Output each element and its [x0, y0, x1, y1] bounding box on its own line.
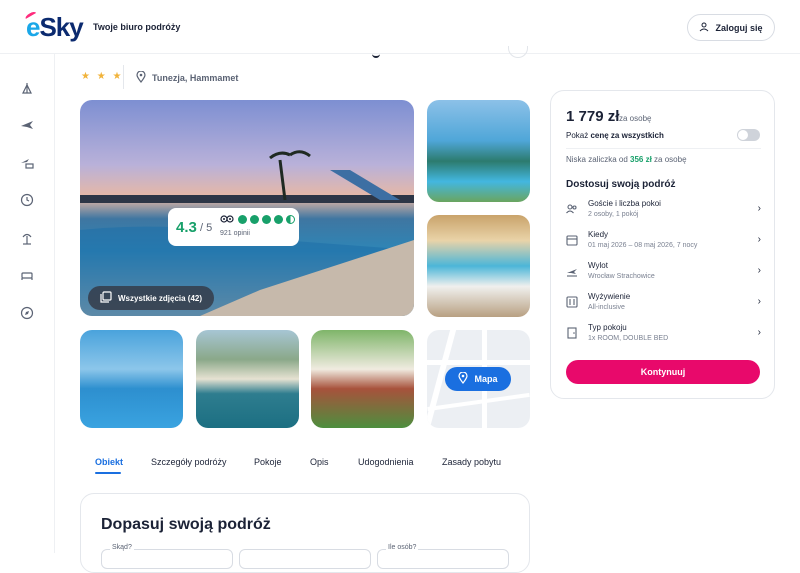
price-card: 1 779 zł za osobę Pokaż cenę za wszystki… [550, 90, 775, 399]
location-label: Tunezja, Hammamet [152, 73, 239, 83]
chevron-right-icon: › [757, 234, 761, 245]
location-pin-icon [136, 70, 146, 85]
option-value: Wrocław Strachowice [588, 273, 655, 280]
customize-trip-section: Dopasuj swoją podróż Skąd? Ile osób? [80, 493, 530, 573]
option-title: Wylot [588, 261, 608, 270]
customize-title: Dopasuj swoją podróż [101, 516, 271, 533]
option-guests-rooms[interactable]: Goście i liczba pokoi 2 osoby, 1 pokój › [566, 199, 761, 225]
continue-button[interactable]: Kontynuuj [566, 360, 760, 384]
photo-thumbnail[interactable] [311, 330, 414, 428]
tripadvisor-icon [220, 215, 234, 225]
rating-max: / 5 [200, 222, 213, 234]
price-per-person: za osobę [619, 114, 652, 123]
tab-opis[interactable]: Opis [310, 457, 329, 467]
guests-field-label: Ile osób? [386, 544, 419, 551]
section-tabs: Obiekt Szczegóły podróży Pokoje Opis Udo… [80, 448, 530, 476]
user-icon [699, 22, 709, 34]
chevron-right-icon: › [757, 296, 761, 307]
login-label: Zaloguj się [715, 22, 763, 33]
gallery-icon [100, 291, 112, 305]
from-field[interactable]: Skąd? [101, 544, 233, 569]
departure-icon [566, 265, 578, 277]
hotel-stars: ★ ★ ★ [81, 71, 124, 82]
show-total-price-label: Pokaż cenę za wszystkich [566, 131, 664, 140]
map-pin-icon [458, 371, 469, 386]
option-departure[interactable]: Wylot Wrocław Strachowice › [566, 261, 761, 287]
tab-udogodnienia[interactable]: Udogodnienia [358, 457, 414, 467]
guests-field[interactable]: Ile osób? [377, 544, 509, 569]
option-value: 1x ROOM, DOUBLE BED [588, 335, 669, 342]
photo-thumbnail[interactable] [427, 215, 530, 317]
review-count[interactable]: 921 opinii [220, 230, 250, 237]
rating-card: 4.3 / 5 921 opinii [168, 208, 299, 246]
photo-thumbnail[interactable] [196, 330, 299, 428]
sidebar [0, 54, 55, 553]
login-button[interactable]: Zaloguj się [687, 14, 775, 41]
tab-zasady-pobytu[interactable]: Zasady pobytu [442, 457, 501, 467]
price: 1 779 zł [566, 108, 620, 125]
rating-dot-half [286, 215, 295, 224]
customize-heading: Dostosuj swoją podróż [566, 179, 676, 190]
rating-dot [262, 215, 271, 224]
favorite-button[interactable] [508, 46, 528, 58]
option-room-type[interactable]: Typ pokoju 1x ROOM, DOUBLE BED › [566, 323, 761, 349]
all-photos-label: Wszystkie zdjęcia (42) [118, 293, 203, 303]
tripadvisor-rating-dots [238, 215, 295, 224]
chevron-right-icon: › [757, 265, 761, 276]
option-value: 01 maj 2026 – 08 maj 2026, 7 nocy [588, 242, 698, 249]
active-tab-indicator [95, 472, 121, 474]
hotel-location[interactable]: Tunezja, Hammamet [136, 70, 239, 85]
option-title: Kiedy [588, 230, 609, 239]
chevron-right-icon: › [757, 203, 761, 214]
from-field-label: Skąd? [110, 544, 134, 551]
tab-pokoje[interactable]: Pokoje [254, 457, 282, 467]
rating-score: 4.3 [176, 219, 197, 236]
deposit-info: Niska zaliczka od 356 zł za osobę [566, 155, 687, 164]
map-label: Mapa [474, 374, 498, 384]
all-photos-button[interactable]: Wszystkie zdjęcia (42) [88, 286, 215, 310]
divider [123, 65, 124, 89]
option-title: Wyżywienie [588, 292, 631, 301]
users-icon [566, 203, 578, 215]
divider [566, 148, 761, 149]
photo-thumbnail[interactable] [427, 100, 530, 202]
calendar-icon [566, 234, 578, 246]
beach-icon[interactable] [19, 80, 35, 96]
option-value: 2 osoby, 1 pokój [588, 211, 639, 218]
plane-hotel-icon[interactable] [19, 155, 35, 171]
plane-icon[interactable] [19, 117, 35, 133]
total-price-toggle[interactable] [737, 129, 760, 141]
palm-icon[interactable] [19, 230, 35, 246]
clock-icon[interactable] [19, 192, 35, 208]
hotel-title-fragment [372, 48, 380, 58]
option-value: All-inclusive [588, 304, 625, 311]
photo-thumbnail[interactable] [80, 330, 183, 428]
chevron-right-icon: › [757, 327, 761, 338]
compass-icon[interactable] [19, 305, 35, 321]
rating-dot [238, 215, 247, 224]
door-icon [566, 327, 578, 339]
date-field[interactable] [239, 549, 371, 569]
food-icon [566, 296, 578, 308]
tab-szczegoly-podrozy[interactable]: Szczegóły podróży [151, 457, 227, 467]
tagline: Twoje biuro podróży [93, 22, 181, 32]
option-title: Typ pokoju [588, 323, 627, 332]
option-board[interactable]: Wyżywienie All-inclusive › [566, 292, 761, 318]
rating-dot [250, 215, 259, 224]
option-dates[interactable]: Kiedy 01 maj 2026 – 08 maj 2026, 7 nocy … [566, 230, 761, 256]
rating-dot [274, 215, 283, 224]
top-header: eSky Twoje biuro podróży Zaloguj się [0, 0, 800, 54]
tab-obiekt[interactable]: Obiekt [95, 457, 123, 467]
map-button[interactable]: Mapa [445, 367, 511, 391]
option-title: Goście i liczba pokoi [588, 199, 661, 208]
main-photo[interactable]: 4.3 / 5 921 opinii [80, 100, 414, 316]
bed-icon[interactable] [19, 267, 35, 283]
